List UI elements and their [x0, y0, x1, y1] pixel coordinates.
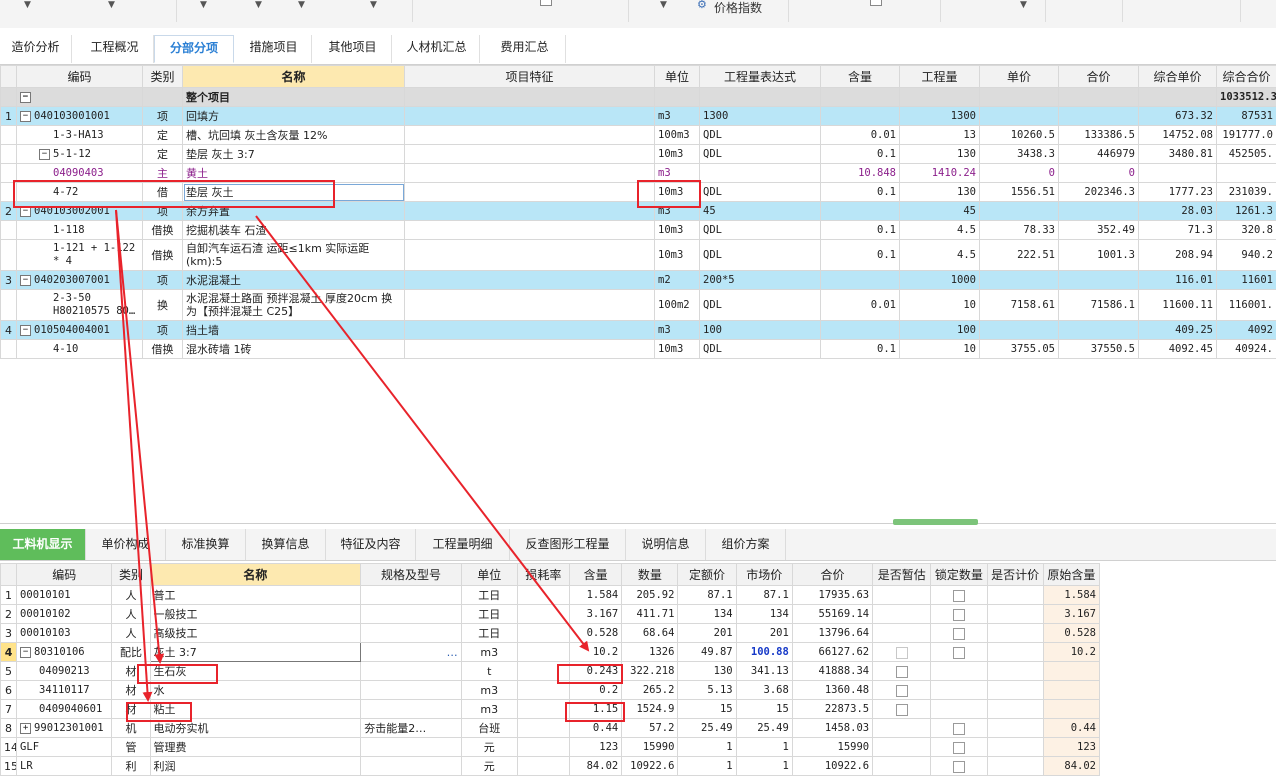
annotation-arrows — [115, 209, 590, 702]
arrow-to-lime — [115, 209, 165, 664]
arrow-to-ratio — [255, 215, 590, 652]
arrow-to-clay — [115, 209, 153, 702]
